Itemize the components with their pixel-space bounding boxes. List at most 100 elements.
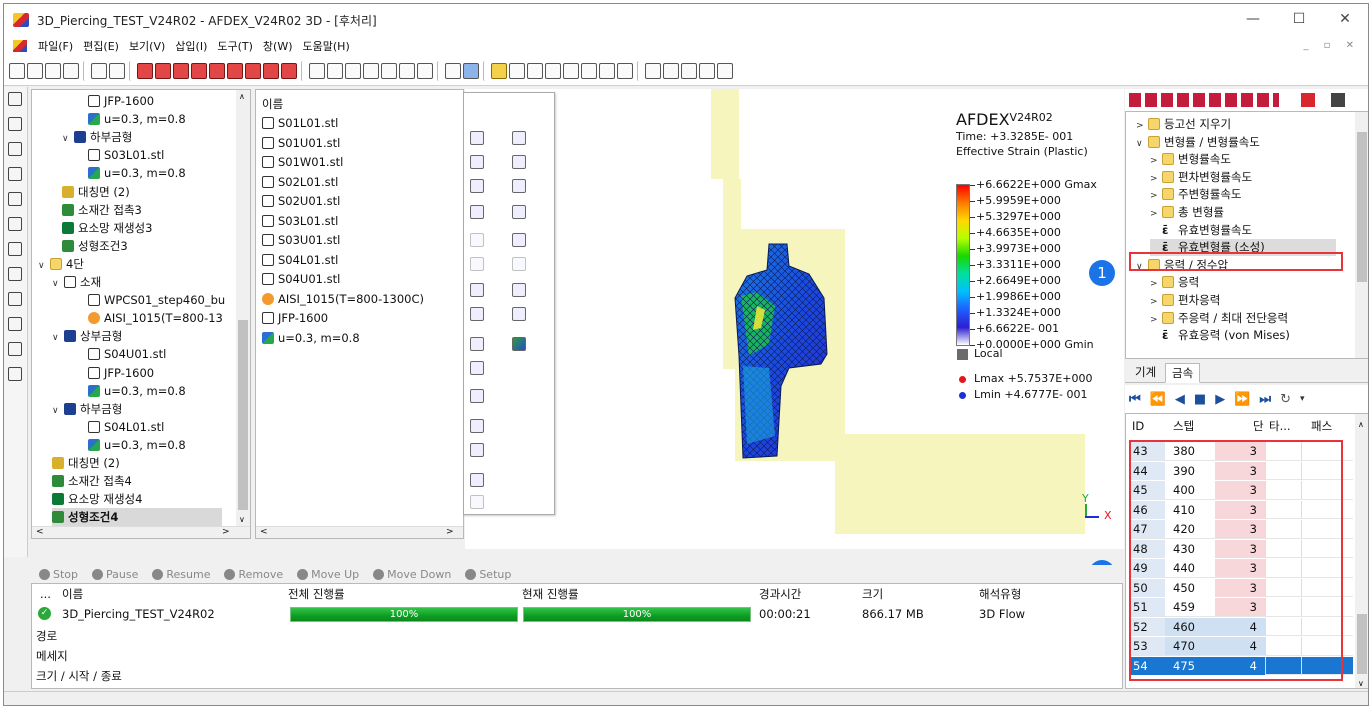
list-item[interactable]: S02U01.stl (262, 192, 340, 210)
result-item[interactable]: ε̄ 유효응력 (von Mises) (1150, 327, 1290, 344)
maximize-button[interactable]: ☐ (1276, 4, 1322, 34)
first-step-icon[interactable]: ⏮ (1129, 392, 1141, 407)
new-file-icon[interactable] (9, 62, 25, 79)
result-item[interactable]: > 응력 (1150, 274, 1199, 291)
tree-item[interactable]: S04L01.stl (88, 418, 164, 436)
damage-tool-icon[interactable] (470, 307, 484, 321)
pan-hand-icon[interactable] (699, 62, 715, 79)
list-item[interactable]: S01L01.stl (262, 114, 338, 132)
tree-item[interactable]: 요소망 재생성3 (62, 219, 152, 237)
view-section-icon[interactable] (281, 62, 297, 79)
cube-left-icon[interactable] (527, 62, 543, 79)
pin-tool-icon[interactable] (512, 205, 526, 219)
grid-view-icon[interactable] (463, 62, 479, 79)
tree-hscroll[interactable]: < > (32, 526, 250, 538)
expand-arrow-icon[interactable]: > (1150, 294, 1162, 311)
cube-iso-icon[interactable] (599, 62, 615, 79)
view-front-icon[interactable] (137, 62, 153, 79)
tree-item[interactable]: ∨ 4단 (38, 255, 84, 273)
import-icon[interactable] (91, 62, 107, 79)
view-back-icon[interactable] (155, 62, 171, 79)
job-col-size[interactable]: 크기 (862, 584, 883, 604)
report-icon[interactable] (8, 317, 22, 331)
section-icon[interactable] (8, 267, 22, 281)
list-item[interactable]: S02L01.stl (262, 173, 338, 191)
result-item[interactable]: > 등고선 지우기 (1136, 116, 1231, 133)
box-tool-icon[interactable] (512, 307, 526, 321)
export-icon[interactable] (109, 62, 125, 79)
list-item[interactable]: JFP-1600 (262, 309, 328, 327)
view-left-icon[interactable] (173, 62, 189, 79)
expand-arrow-icon[interactable]: > (1150, 276, 1162, 293)
list-item[interactable]: AISI_1015(T=800-1300C) (262, 290, 424, 308)
result-item[interactable]: > 주변형률속도 (1150, 186, 1241, 203)
zoom-window-icon[interactable] (645, 62, 661, 79)
probe-tool-icon[interactable] (470, 131, 484, 145)
expand-arrow-icon[interactable]: > (1150, 188, 1162, 205)
document-logo-icon[interactable] (13, 40, 27, 52)
view-iso-icon[interactable] (245, 62, 261, 79)
minimize-button[interactable]: — (1230, 4, 1276, 34)
flow-tool-icon[interactable] (512, 155, 526, 169)
tree-item[interactable]: AISI_1015(T=800-13 (88, 309, 223, 327)
result-scroll-thumb[interactable] (1357, 132, 1367, 282)
tree-item[interactable]: JFP-1600 (88, 364, 154, 382)
measure-icon[interactable] (8, 292, 22, 306)
expand-arrow-icon[interactable]: ∨ (62, 130, 74, 148)
tree-item[interactable]: ∨ 하부금형 (52, 400, 122, 418)
prev-icon[interactable]: ◀ (1175, 392, 1185, 407)
last-step-icon[interactable]: ⏭ (1259, 392, 1271, 407)
graph-tool-icon[interactable] (470, 179, 484, 193)
step-scroll-thumb[interactable] (1357, 614, 1367, 674)
result-item[interactable]: > 주응력 / 최대 전단응력 (1150, 310, 1288, 327)
col-type[interactable]: 타... (1269, 414, 1291, 438)
step-scrollbar[interactable]: ∧ ∨ (1355, 414, 1368, 688)
pen-tool-icon[interactable] (512, 179, 526, 193)
menu-view[interactable]: 보기(V) (124, 38, 170, 54)
result-item[interactable]: > 총 변형률 (1150, 204, 1224, 221)
grid-tool-icon[interactable] (470, 419, 484, 433)
remove-job-button[interactable]: Remove (224, 568, 283, 581)
expand-arrow-icon[interactable]: ∨ (1136, 136, 1148, 153)
result-item[interactable]: > 편차응력 (1150, 292, 1220, 309)
simulation-icon[interactable] (8, 192, 22, 206)
cube-right-icon[interactable] (545, 62, 561, 79)
cube-bottom-icon[interactable] (581, 62, 597, 79)
expand-arrow-icon[interactable]: ∨ (52, 275, 64, 293)
stop-icon[interactable]: ■ (1194, 392, 1206, 407)
next-fast-icon[interactable]: ⏩ (1234, 392, 1250, 407)
tree-item[interactable]: 소재간 접촉4 (52, 472, 132, 490)
open-project-icon[interactable] (45, 62, 61, 79)
render-hidden-icon[interactable] (363, 62, 379, 79)
expand-arrow-icon[interactable]: ∨ (52, 402, 64, 420)
resume-job-button[interactable]: Resume (152, 568, 210, 581)
job-col-elapsed[interactable]: 경과시간 (759, 584, 801, 604)
sketch-tool-icon[interactable] (512, 233, 526, 247)
measure-tool-icon[interactable] (470, 361, 484, 375)
result-item[interactable]: ∨ 변형률 / 변형률속도 (1136, 134, 1260, 151)
cube-back-icon[interactable] (509, 62, 525, 79)
render-wire-icon[interactable] (309, 62, 325, 79)
expand-arrow-icon[interactable]: ∨ (52, 329, 64, 347)
job-col-name[interactable]: 이름 (62, 584, 83, 604)
tree-item[interactable]: ∨ 소재 (52, 273, 101, 291)
tree-item[interactable]: ∨ 하부금형 (62, 128, 132, 146)
menu-file[interactable]: 파일(F) (33, 38, 78, 54)
tree-item[interactable]: JFP-1600 (88, 92, 154, 110)
result-settings-icon[interactable] (1331, 93, 1345, 107)
tree-item[interactable]: 성형조건3 (62, 237, 128, 255)
expand-arrow-icon[interactable]: ∨ (38, 257, 50, 275)
tab-machine[interactable]: 기계 (1129, 363, 1162, 383)
expand-arrow-icon[interactable]: > (1150, 171, 1162, 188)
job-col-type[interactable]: 해석유형 (979, 584, 1021, 604)
col-stage[interactable]: 단 (1253, 414, 1264, 438)
result-item[interactable]: > 변형률속도 (1150, 151, 1231, 168)
contact-tool-icon[interactable] (512, 283, 526, 297)
cube-front-icon[interactable] (491, 62, 507, 79)
camera-icon[interactable] (445, 62, 461, 79)
monitor-icon[interactable] (8, 167, 22, 181)
result-mode-icons[interactable] (1129, 93, 1279, 107)
zoom-in-icon[interactable] (663, 62, 679, 79)
col-step[interactable]: 스텝 (1173, 414, 1194, 438)
cube-top-icon[interactable] (563, 62, 579, 79)
